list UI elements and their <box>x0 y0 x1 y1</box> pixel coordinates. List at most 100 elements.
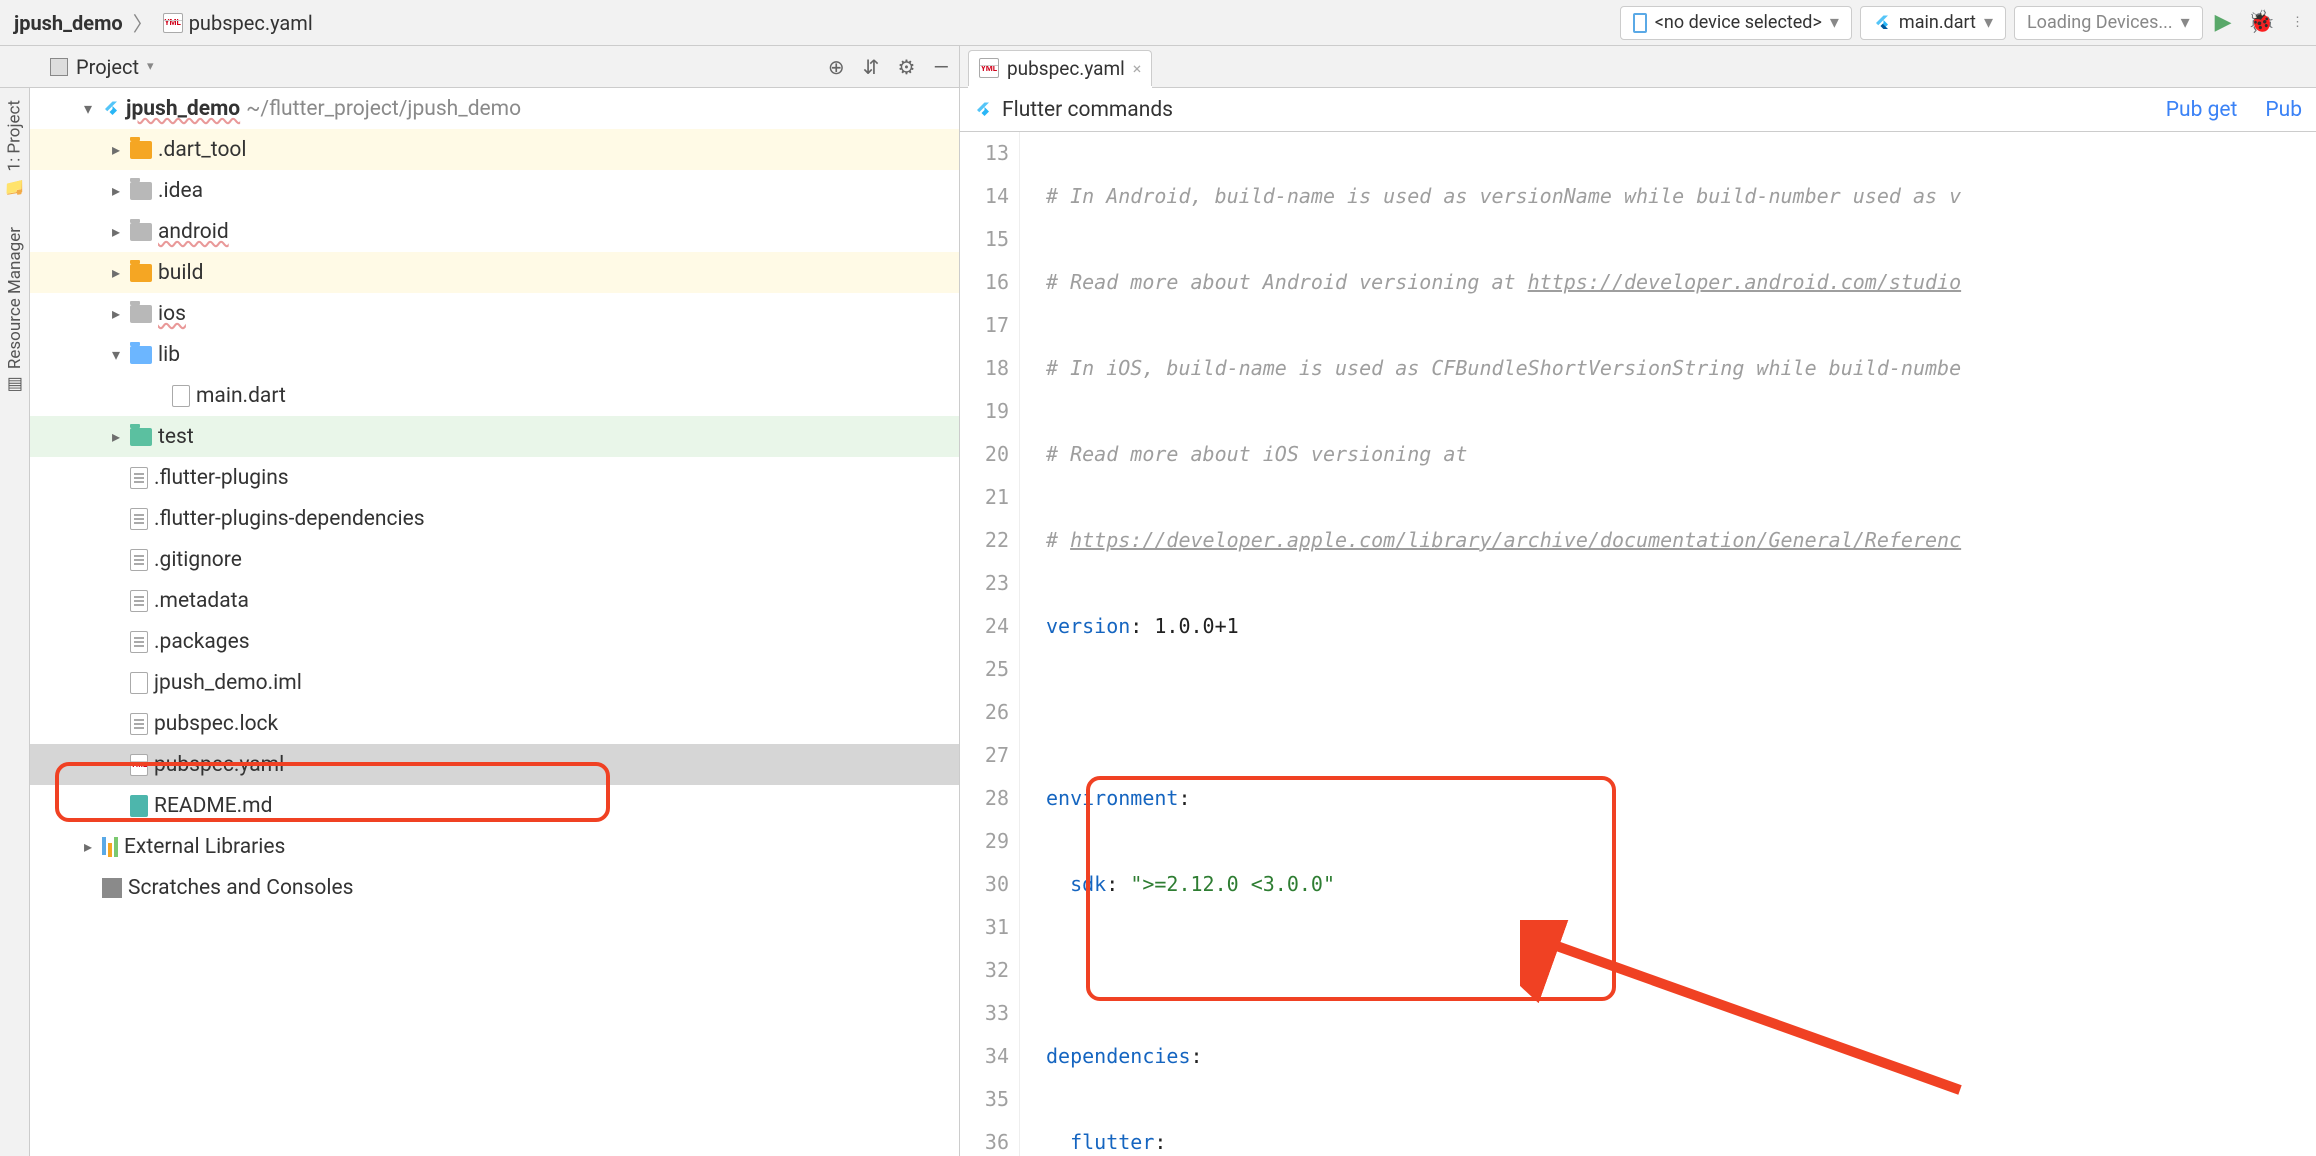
tree-item-android[interactable]: ▸ android <box>30 211 959 252</box>
file-icon <box>130 631 148 653</box>
tree-item-gitignore[interactable]: .gitignore <box>30 539 959 580</box>
tree-item-pubspec-yaml[interactable]: YML pubspec.yaml <box>30 744 959 785</box>
tree-external-libraries[interactable]: ▸ External Libraries <box>30 826 959 867</box>
code-text: dependencies <box>1046 1035 1191 1078</box>
markdown-file-icon <box>130 795 148 817</box>
loading-devices[interactable]: Loading Devices... ▾ <box>2014 6 2203 40</box>
line-number: 30 <box>960 863 1009 906</box>
file-icon <box>130 508 148 530</box>
disclosure-closed-icon[interactable]: ▸ <box>108 304 124 323</box>
disclosure-closed-icon[interactable]: ▸ <box>108 222 124 241</box>
editor-tab-pubspec[interactable]: YML pubspec.yaml × <box>968 50 1152 86</box>
device-selector-label: <no device selected> <box>1655 12 1822 33</box>
line-number: 17 <box>960 304 1009 347</box>
tree-item-dart-tool[interactable]: ▸ .dart_tool <box>30 129 959 170</box>
breadcrumb: jpush_demo 〉 YML pubspec.yaml <box>8 8 319 37</box>
code-text: environment <box>1046 777 1178 820</box>
run-button[interactable]: ▶ <box>2211 6 2236 39</box>
dart-file-icon <box>172 385 190 407</box>
tree-item-label: .metadata <box>154 589 249 613</box>
line-number-gutter: 13 14 15 16 17 18 19 20 21 22 23 24 25 2… <box>960 132 1020 1156</box>
line-number: 24 <box>960 605 1009 648</box>
line-number: 33 <box>960 992 1009 1035</box>
chevron-down-icon: ▾ <box>2181 12 2190 33</box>
folder-icon <box>130 305 152 323</box>
tree-root[interactable]: ▾ jpush_demo ~/flutter_project/jpush_dem… <box>30 88 959 129</box>
project-view-icon <box>50 58 68 76</box>
project-pane-label[interactable]: Project <box>76 55 139 79</box>
tree-item-label: .packages <box>154 630 250 654</box>
left-tool-strip: 📁 1: Project ▤ Resource Manager <box>0 88 30 1156</box>
tree-item-metadata[interactable]: .metadata <box>30 580 959 621</box>
disclosure-closed-icon[interactable]: ▸ <box>80 837 96 856</box>
sidetab-project[interactable]: 📁 1: Project <box>4 100 25 197</box>
run-config-selector[interactable]: main.dart ▾ <box>1860 6 2006 40</box>
sidetab-resource-manager[interactable]: ▤ Resource Manager <box>5 227 25 395</box>
disclosure-open-icon[interactable]: ▾ <box>80 99 96 118</box>
hide-panel-icon[interactable]: — <box>933 55 949 79</box>
chevron-down-icon[interactable]: ▾ <box>147 59 154 74</box>
folder-icon <box>130 141 152 159</box>
line-number: 27 <box>960 734 1009 777</box>
chevron-down-icon: ▾ <box>1830 12 1839 33</box>
project-tree[interactable]: ▾ jpush_demo ~/flutter_project/jpush_dem… <box>30 88 960 1156</box>
tree-item-pubspec-lock[interactable]: pubspec.lock <box>30 703 959 744</box>
tree-item-idea[interactable]: ▸ .idea <box>30 170 959 211</box>
line-number: 21 <box>960 476 1009 519</box>
tree-item-flutter-plugins[interactable]: .flutter-plugins <box>30 457 959 498</box>
flutter-commands-bar: Flutter commands Pub get Pub <box>960 88 2316 132</box>
tree-scratches[interactable]: Scratches and Consoles <box>30 867 959 908</box>
tree-item-ios[interactable]: ▸ ios <box>30 293 959 334</box>
line-number: 23 <box>960 562 1009 605</box>
breadcrumb-file-label: pubspec.yaml <box>189 11 313 35</box>
tree-item-main-dart[interactable]: main.dart <box>30 375 959 416</box>
tree-item-build[interactable]: ▸ build <box>30 252 959 293</box>
tree-item-lib[interactable]: ▾ lib <box>30 334 959 375</box>
more-toolbar-button[interactable]: ⋮ <box>2287 11 2308 34</box>
sidetab-project-label: 1: Project <box>4 100 24 171</box>
tree-item-iml[interactable]: jpush_demo.iml <box>30 662 959 703</box>
yaml-file-icon: YML <box>130 754 148 776</box>
disclosure-closed-icon[interactable]: ▸ <box>108 427 124 446</box>
close-tab-icon[interactable]: × <box>1133 59 1142 78</box>
top-toolbar: jpush_demo 〉 YML pubspec.yaml <no device… <box>0 0 2316 46</box>
tree-item-label: test <box>158 425 194 449</box>
library-icon <box>102 837 118 857</box>
breadcrumb-file[interactable]: YML pubspec.yaml <box>157 9 319 37</box>
device-selector[interactable]: <no device selected> ▾ <box>1620 6 1852 40</box>
tree-item-test[interactable]: ▸ test <box>30 416 959 457</box>
tree-item-label: lib <box>158 343 180 367</box>
folder-icon <box>130 428 152 446</box>
sidetab-resource-manager-label: Resource Manager <box>5 227 25 369</box>
debug-button[interactable]: 🐞 <box>2244 6 2279 39</box>
tree-item-label: build <box>158 261 203 285</box>
settings-icon[interactable]: ⚙ <box>897 55 915 79</box>
chevron-down-icon: ▾ <box>1984 12 1993 33</box>
main-split: 📁 1: Project ▤ Resource Manager ▾ jpush_… <box>0 88 2316 1156</box>
line-number: 31 <box>960 906 1009 949</box>
disclosure-closed-icon[interactable]: ▸ <box>108 181 124 200</box>
line-number: 34 <box>960 1035 1009 1078</box>
pub-link[interactable]: Pub <box>2265 98 2302 122</box>
pub-get-link[interactable]: Pub get <box>2166 98 2238 122</box>
disclosure-open-icon[interactable]: ▾ <box>108 345 124 364</box>
line-number: 32 <box>960 949 1009 992</box>
tree-item-packages[interactable]: .packages <box>30 621 959 662</box>
line-number: 13 <box>960 132 1009 175</box>
collapse-all-icon[interactable]: ⇵ <box>863 55 880 79</box>
code-content[interactable]: # In Android, build-name is used as vers… <box>1040 132 2316 1156</box>
line-number: 20 <box>960 433 1009 476</box>
disclosure-closed-icon[interactable]: ▸ <box>108 140 124 159</box>
code-text: flutter <box>1070 1121 1154 1156</box>
run-config-label: main.dart <box>1899 12 1976 33</box>
tree-item-label: README.md <box>154 794 272 818</box>
tree-item-label: .gitignore <box>154 548 242 572</box>
tree-item-readme[interactable]: README.md <box>30 785 959 826</box>
code-editor[interactable]: 13 14 15 16 17 18 19 20 21 22 23 24 25 2… <box>960 132 2316 1156</box>
disclosure-closed-icon[interactable]: ▸ <box>108 263 124 282</box>
tree-item-flutter-plugins-deps[interactable]: .flutter-plugins-dependencies <box>30 498 959 539</box>
locate-icon[interactable]: ⊕ <box>828 55 845 79</box>
breadcrumb-project[interactable]: jpush_demo <box>8 9 129 37</box>
line-number: 26 <box>960 691 1009 734</box>
tree-item-label: pubspec.yaml <box>154 753 284 777</box>
